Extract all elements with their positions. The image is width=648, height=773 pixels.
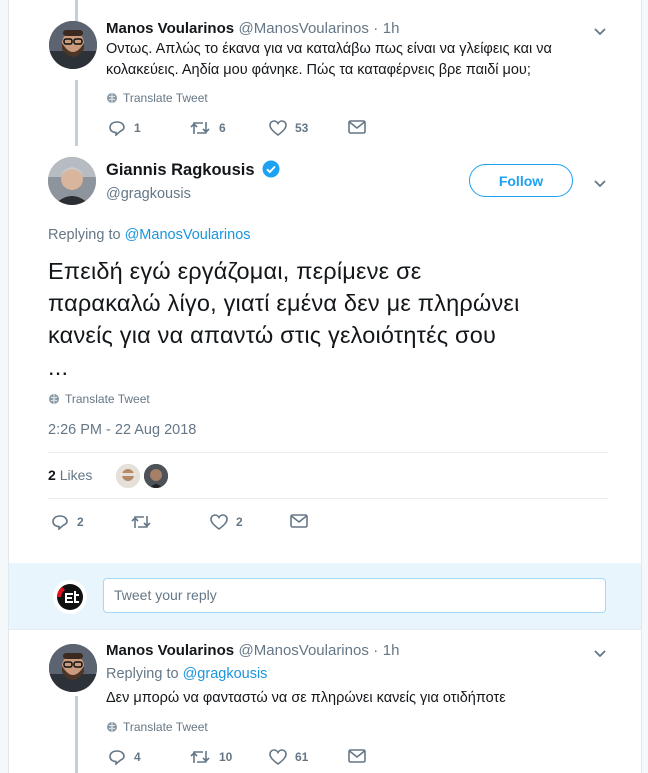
likes-stat[interactable]: 2 Likes (48, 467, 92, 483)
replying-to-link[interactable]: @ManosVoularinos (125, 227, 251, 243)
translate-tweet-link[interactable]: Translate Tweet (48, 392, 150, 406)
author-handle[interactable]: @ManosVoularinos (239, 642, 369, 659)
reply-icon (109, 121, 125, 136)
translate-label: Translate Tweet (123, 91, 208, 105)
tweet-text-line: Επειδή εγώ εργάζομαι, περίμενε σε (48, 258, 422, 284)
thread-line (75, 696, 78, 773)
envelope-icon (348, 749, 366, 763)
avatar[interactable] (48, 157, 96, 205)
liker-avatar[interactable] (116, 464, 140, 488)
author-handle[interactable]: @ManosVoularinos (239, 20, 369, 37)
reply-button[interactable]: 1 (108, 120, 141, 136)
like-count: 53 (295, 121, 309, 135)
tweet-time[interactable]: 1h (383, 642, 400, 659)
reply-button[interactable]: 4 (108, 749, 141, 765)
author-name[interactable]: Manos Voularinos (106, 20, 234, 37)
envelope-icon (348, 120, 366, 134)
tweet-text-line: Οντως. Απλώς το έκανα για να καταλάβω πω… (106, 41, 552, 57)
globe-icon (49, 394, 59, 404)
direct-message-button[interactable] (290, 514, 308, 528)
replying-to: Replying to @gragkousis (106, 666, 267, 682)
like-button[interactable]: 53 (269, 120, 308, 136)
heart-icon (269, 749, 287, 765)
reply-icon (109, 750, 125, 765)
heart-icon (210, 514, 228, 530)
author-name[interactable]: Manos Voularinos (106, 642, 234, 659)
tweet-time[interactable]: 1h (383, 20, 400, 37)
reply-icon (52, 515, 68, 530)
replying-to-label: Replying to (106, 666, 179, 682)
tweet-thread-panel: Manos Voularinos @ManosVoularinos · 1h Ο… (8, 0, 642, 773)
reply-input[interactable]: Tweet your reply (103, 578, 606, 613)
envelope-icon (290, 514, 308, 528)
tweet-header: Manos Voularinos @ManosVoularinos · 1h (106, 642, 399, 660)
author-name[interactable]: Giannis Ragkousis (106, 161, 255, 179)
retweet-count: 6 (219, 121, 226, 135)
retweet-button[interactable]: 10 (189, 749, 232, 765)
like-count: 61 (295, 750, 309, 764)
tweet-text: Οντως. Απλώς το έκανα για να καταλάβω πω… (106, 39, 552, 81)
likes-label: Likes (59, 467, 93, 483)
divider (9, 629, 641, 630)
translate-label: Translate Tweet (123, 720, 208, 734)
chevron-down-icon[interactable] (591, 22, 609, 40)
verified-badge-icon (262, 160, 280, 178)
liker-avatar[interactable] (144, 464, 168, 488)
retweet-icon (190, 122, 210, 134)
like-button[interactable]: 61 (269, 749, 308, 765)
divider (48, 452, 608, 453)
heart-icon (269, 120, 287, 136)
tweet-text-line: κανείς για να απαντώ στις γελοιότητές σο… (48, 322, 497, 348)
tweet-header: Giannis Ragkousis (106, 160, 280, 180)
tweet-text-line: παρακαλώ λίγο, γιατί εμένα δεν με πληρών… (48, 290, 520, 316)
avatar[interactable] (49, 21, 97, 69)
tweet-text: Επειδή εγώ εργάζομαι, περίμενε σε παρακα… (48, 255, 618, 383)
separator-dot: · (373, 20, 379, 37)
direct-message-button[interactable] (348, 749, 366, 763)
likes-count: 2 (48, 467, 56, 483)
retweet-button[interactable] (130, 514, 152, 530)
thread-line (75, 80, 78, 146)
replying-to: Replying to @ManosVoularinos (48, 227, 251, 243)
avatar (53, 580, 87, 614)
divider (48, 498, 608, 499)
reply-button[interactable]: 2 (51, 514, 84, 530)
tweet-timestamp[interactable]: 2:26 PM - 22 Aug 2018 (48, 422, 196, 438)
follow-button[interactable]: Follow (469, 164, 573, 197)
reply-count: 1 (134, 121, 141, 135)
tweet-text-line: κολακεύεις. Αηδία μου φάνηκε. Πώς τα κατ… (106, 62, 531, 78)
retweet-count: 10 (219, 750, 233, 764)
chevron-down-icon[interactable] (591, 644, 609, 662)
avatar[interactable] (49, 644, 97, 692)
tweet-text: Δεν μπορώ να φανταστώ να σε πληρώνει καν… (106, 690, 506, 706)
replying-to-label: Replying to (48, 227, 121, 243)
tweet-header: Manos Voularinos @ManosVoularinos · 1h (106, 20, 399, 38)
chevron-down-icon[interactable] (591, 174, 609, 192)
separator-dot: · (373, 642, 379, 659)
translate-label: Translate Tweet (65, 392, 150, 406)
direct-message-button[interactable] (348, 120, 366, 134)
retweet-icon (190, 751, 210, 763)
reply-count: 4 (134, 750, 141, 764)
translate-tweet-link[interactable]: Translate Tweet (106, 720, 208, 734)
like-count: 2 (236, 515, 243, 529)
tweet-text-line: ... (48, 354, 69, 380)
author-handle[interactable]: @gragkousis (106, 186, 191, 202)
globe-icon (107, 93, 117, 103)
retweet-button[interactable]: 6 (189, 120, 226, 136)
like-button[interactable]: 2 (210, 514, 243, 530)
reply-count: 2 (77, 515, 84, 529)
globe-icon (107, 722, 117, 732)
translate-tweet-link[interactable]: Translate Tweet (106, 91, 208, 105)
replying-to-link[interactable]: @gragkousis (183, 666, 268, 682)
retweet-icon (131, 516, 151, 528)
